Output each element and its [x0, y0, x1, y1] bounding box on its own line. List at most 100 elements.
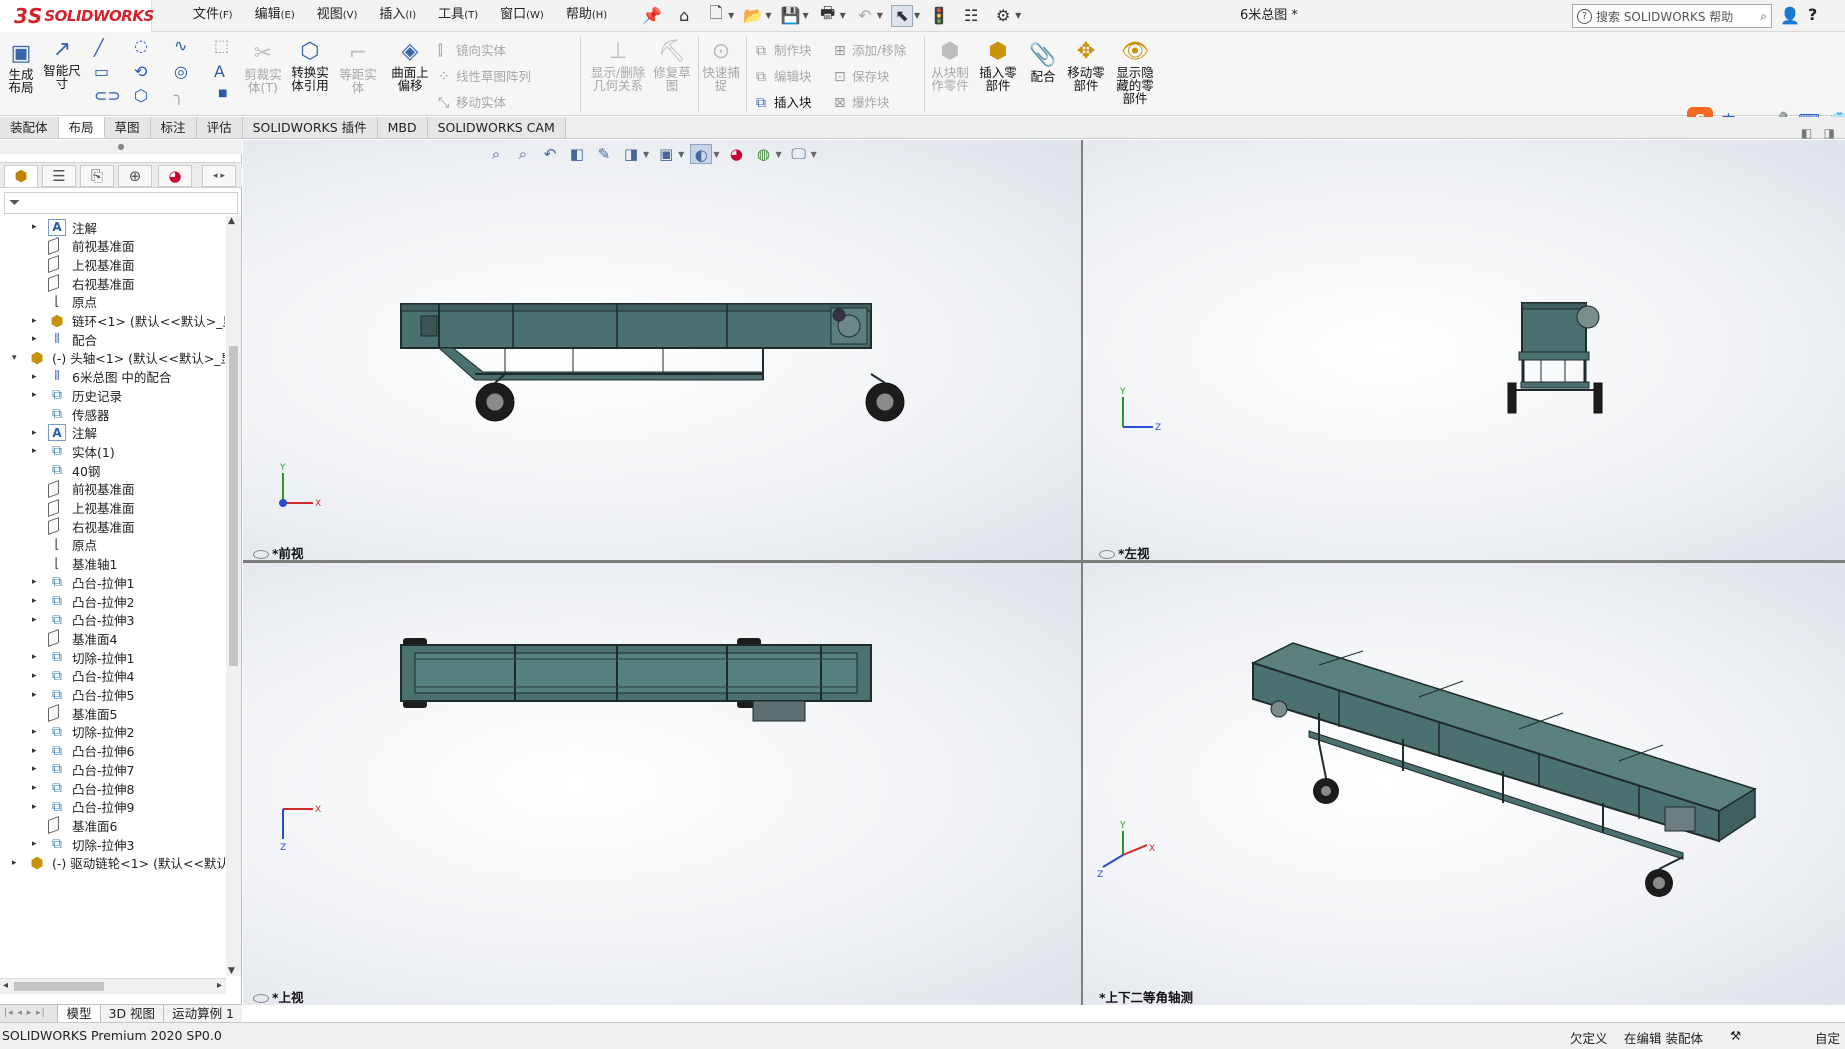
- viewport-left[interactable]: Y Z *左视: [1083, 140, 1845, 560]
- viewport-horizontal-splitter[interactable]: [243, 560, 1845, 563]
- collapse-arrow-icon[interactable]: ▾: [12, 353, 17, 363]
- home-icon[interactable]: ⌂: [673, 5, 695, 27]
- undo-icon[interactable]: ↶: [854, 5, 876, 27]
- plane-tool-icon[interactable]: ■: [218, 88, 227, 99]
- expand-arrow-icon[interactable]: ▸: [32, 652, 37, 662]
- expand-arrow-icon[interactable]: ▸: [32, 764, 37, 774]
- view-eye-icon[interactable]: [253, 550, 269, 559]
- chevron-down-icon[interactable]: ▼: [1015, 11, 1021, 20]
- feature-tree-filter[interactable]: ⏷: [4, 192, 238, 214]
- open-folder-icon[interactable]: 📂: [742, 5, 764, 27]
- make-part-from-block-button[interactable]: ⬢ 从块制作零件: [928, 40, 972, 93]
- select-cursor-icon[interactable]: ⬉: [890, 4, 913, 27]
- menu-insert[interactable]: 插入(I): [368, 0, 427, 32]
- rebuild-icon[interactable]: ⚒: [1730, 1028, 1741, 1043]
- section-view-icon[interactable]: ◧: [566, 144, 588, 164]
- tab-layout[interactable]: 布局: [58, 117, 105, 138]
- menu-edit[interactable]: 编辑(E): [244, 0, 306, 32]
- help-button[interactable]: ?: [1808, 5, 1817, 24]
- collapse-pane-icon[interactable]: ◨: [1824, 126, 1835, 140]
- save-icon[interactable]: 💾: [779, 5, 801, 27]
- solidworks-logo[interactable]: 3S SOLIDWORKS: [0, 0, 154, 32]
- chevron-down-icon[interactable]: ▼: [728, 11, 734, 20]
- tab-nav-arrows-icon[interactable]: |◂ ◂ ▸ ▸|: [0, 1005, 57, 1022]
- options-gear-icon[interactable]: ⚙: [992, 5, 1014, 27]
- tab-markup[interactable]: 标注: [150, 117, 197, 138]
- expand-arrow-icon[interactable]: ▸: [32, 390, 37, 400]
- units-status[interactable]: 自定: [1815, 1028, 1840, 1047]
- trim-entities-button[interactable]: ✂ 剪裁实体(T): [242, 42, 284, 95]
- chevron-down-icon[interactable]: ▼: [765, 11, 771, 20]
- tab-sketch[interactable]: 草图: [104, 117, 151, 138]
- tree-item[interactable]: ▸ ⬢ (-) 驱动链轮<1> (默认<<默认>_: [0, 852, 225, 874]
- tab-3d-views[interactable]: 3D 视图: [99, 1005, 164, 1022]
- move-component-button[interactable]: ✥ 移动零部件: [1064, 40, 1108, 93]
- smart-dimension-button[interactable]: ↗ 智能尺寸: [40, 38, 84, 91]
- chevron-down-icon[interactable]: ▼: [802, 11, 808, 20]
- circle-tool-icon[interactable]: ◌: [134, 36, 148, 55]
- expand-arrow-icon[interactable]: ▸: [32, 428, 37, 438]
- expand-arrow-icon[interactable]: ▸: [32, 577, 37, 587]
- expand-arrow-icon[interactable]: ▸: [32, 222, 37, 232]
- scroll-right-icon[interactable]: ▸: [217, 980, 222, 991]
- slot-tool-icon[interactable]: ⊂⊃: [94, 86, 121, 105]
- chevron-down-icon[interactable]: ▼: [877, 11, 883, 20]
- spline-tool-icon[interactable]: ∿: [174, 36, 187, 55]
- make-block-button[interactable]: ⧉ 制作块: [756, 40, 812, 59]
- feature-tree-tab-icon[interactable]: ⬢: [4, 165, 38, 187]
- view-eye-icon[interactable]: [1099, 550, 1115, 559]
- display-manager-tab-icon[interactable]: ◕: [158, 165, 192, 187]
- tab-cam[interactable]: SOLIDWORKS CAM: [427, 117, 566, 138]
- restore-pane-icon[interactable]: ◧: [1801, 126, 1812, 140]
- move-entities-button[interactable]: ⤡ 移动实体: [438, 92, 506, 111]
- previous-view-icon[interactable]: ↶: [539, 144, 561, 164]
- edit-block-button[interactable]: ⧉ 编辑块: [756, 66, 812, 85]
- traffic-light-icon[interactable]: 🚦: [928, 5, 950, 27]
- menu-tools[interactable]: 工具(T): [427, 0, 489, 32]
- expand-arrow-icon[interactable]: ▸: [32, 446, 37, 456]
- chevron-down-icon[interactable]: ▼: [775, 150, 781, 159]
- menu-file[interactable]: 文件(F): [182, 0, 244, 32]
- user-account-icon[interactable]: 👤: [1780, 6, 1800, 25]
- edit-appearance-icon[interactable]: ◕: [725, 144, 747, 164]
- tree-vertical-scrollbar[interactable]: ▲ ▼: [226, 216, 241, 976]
- view-orientation-icon[interactable]: ◨: [620, 144, 642, 164]
- mirror-entities-button[interactable]: ⫿ 镜向实体: [438, 40, 506, 59]
- offset-entities-button[interactable]: ⌐ 等距实体: [338, 42, 378, 95]
- chevron-down-icon[interactable]: ▼: [811, 150, 817, 159]
- chevron-down-icon[interactable]: ▼: [840, 11, 846, 20]
- menu-window[interactable]: 窗口(W): [489, 0, 555, 32]
- chevron-down-icon[interactable]: ▼: [643, 150, 649, 159]
- insert-component-button[interactable]: ⬢ 插入零部件: [976, 40, 1020, 93]
- chevron-down-icon[interactable]: ▼: [713, 150, 719, 159]
- display-style-icon[interactable]: ▣: [655, 144, 677, 164]
- mate-button[interactable]: 📎 配合: [1026, 44, 1060, 84]
- pin-icon[interactable]: 📌: [641, 5, 663, 27]
- text-tool-icon[interactable]: A: [214, 62, 225, 81]
- menu-view[interactable]: 视图(V): [306, 0, 369, 32]
- tab-evaluate[interactable]: 评估: [196, 117, 243, 138]
- expand-arrow-icon[interactable]: ▸: [32, 596, 37, 606]
- expand-arrow-icon[interactable]: ▸: [12, 858, 17, 868]
- configuration-manager-tab-icon[interactable]: ⎘: [80, 165, 114, 187]
- fillet-tool-icon[interactable]: ╮: [174, 86, 184, 105]
- scroll-down-icon[interactable]: ▼: [228, 966, 235, 976]
- scroll-thumb[interactable]: [229, 346, 238, 666]
- expand-arrow-icon[interactable]: ▸: [32, 316, 37, 326]
- quick-snaps-button[interactable]: ⊙ 快速捕捉: [702, 40, 740, 93]
- tree-horizontal-scrollbar[interactable]: ◂ ▸: [0, 978, 226, 994]
- polygon-small-icon[interactable]: ⬡: [134, 86, 148, 105]
- tab-scroll-arrows-icon[interactable]: ◂ ▸: [202, 165, 236, 187]
- view-eye-icon[interactable]: [253, 994, 269, 1003]
- zoom-to-fit-icon[interactable]: ⌕: [485, 144, 507, 164]
- tab-mbd[interactable]: MBD: [377, 117, 428, 138]
- tab-motion-study[interactable]: 运动算例 1: [163, 1005, 242, 1022]
- scroll-left-icon[interactable]: ◂: [3, 980, 8, 991]
- zoom-to-area-icon[interactable]: ⌕: [512, 144, 534, 164]
- arc-tool-icon[interactable]: ⟲: [134, 62, 147, 81]
- repair-sketch-button[interactable]: ⛏ 修复草图: [652, 40, 692, 93]
- viewport-vertical-splitter[interactable]: [1081, 140, 1083, 1005]
- search-icon[interactable]: ⌕: [1760, 9, 1767, 24]
- expand-arrow-icon[interactable]: ▸: [32, 802, 37, 812]
- add-remove-block-button[interactable]: ⊞ 添加/移除: [834, 40, 906, 59]
